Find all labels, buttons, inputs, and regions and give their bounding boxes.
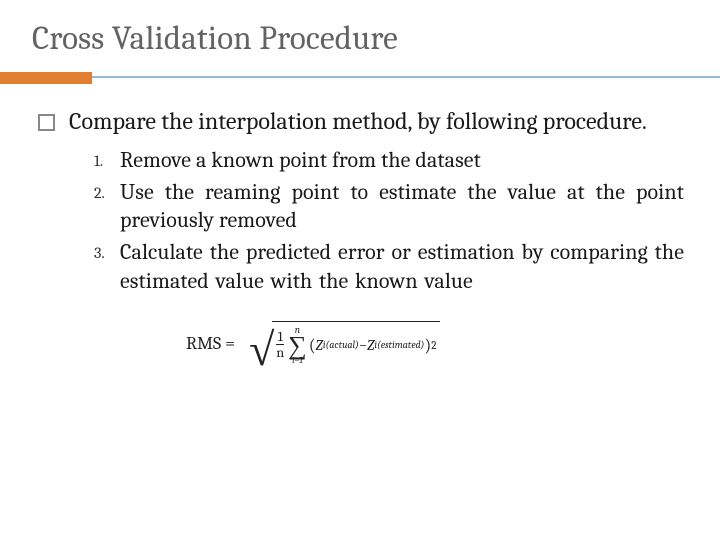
intro-text: Compare the interpolation method, by fol… xyxy=(69,106,647,136)
z-actual: Z xyxy=(316,336,323,354)
squared: 2 xyxy=(431,339,436,352)
formula-row: RMS = √ 1 n n ∑ i=1 ( xyxy=(186,321,684,367)
frac-numerator: 1 xyxy=(278,330,283,344)
list-item: 2. Use the reaming point to estimate the… xyxy=(94,178,684,234)
open-paren: ( xyxy=(309,335,316,356)
rule-line xyxy=(0,76,720,78)
rms-formula: √ 1 n n ∑ i=1 ( Zi(actual) − xyxy=(249,321,440,367)
frac-denominator: n xyxy=(276,344,284,360)
square-bullet-icon xyxy=(38,114,55,131)
content-body: Compare the interpolation method, by fol… xyxy=(30,106,690,367)
list-number: 1. xyxy=(94,146,120,170)
list-text: Use the reaming point to estimate the va… xyxy=(120,178,684,234)
sigma-icon: ∑ xyxy=(288,335,307,357)
rms-label: RMS = xyxy=(186,333,235,354)
list-text: Calculate the predicted error or estimat… xyxy=(120,238,684,294)
list-number: 2. xyxy=(94,178,120,202)
sum-lower: i=1 xyxy=(292,357,303,366)
sqrt-block: √ 1 n n ∑ i=1 ( Zi(actual) − xyxy=(249,321,440,367)
intro-row: Compare the interpolation method, by fol… xyxy=(36,106,684,136)
slide: Cross Validation Procedure Compare the i… xyxy=(0,0,720,540)
radical-icon: √ xyxy=(249,327,274,373)
fraction: 1 n xyxy=(276,330,284,360)
radicand: 1 n n ∑ i=1 ( Zi(actual) − Zi(estimated)… xyxy=(272,321,440,365)
list-item: 1. Remove a known point from the dataset xyxy=(94,146,684,174)
list-text: Remove a known point from the dataset xyxy=(120,146,684,174)
summation: n ∑ i=1 xyxy=(288,325,307,366)
minus-sign: − xyxy=(359,336,367,354)
list-item: 3. Calculate the predicted error or esti… xyxy=(94,238,684,294)
ordered-list: 1. Remove a known point from the dataset… xyxy=(94,146,684,295)
sub-estimated: i(estimated) xyxy=(374,339,424,351)
title-rule xyxy=(0,72,720,84)
list-number: 3. xyxy=(94,238,120,262)
z-estimated: Z xyxy=(367,336,374,354)
close-paren: ) xyxy=(424,335,431,356)
page-title: Cross Validation Procedure xyxy=(32,20,690,58)
sub-actual: i(actual) xyxy=(323,339,359,351)
rule-accent xyxy=(0,72,92,84)
